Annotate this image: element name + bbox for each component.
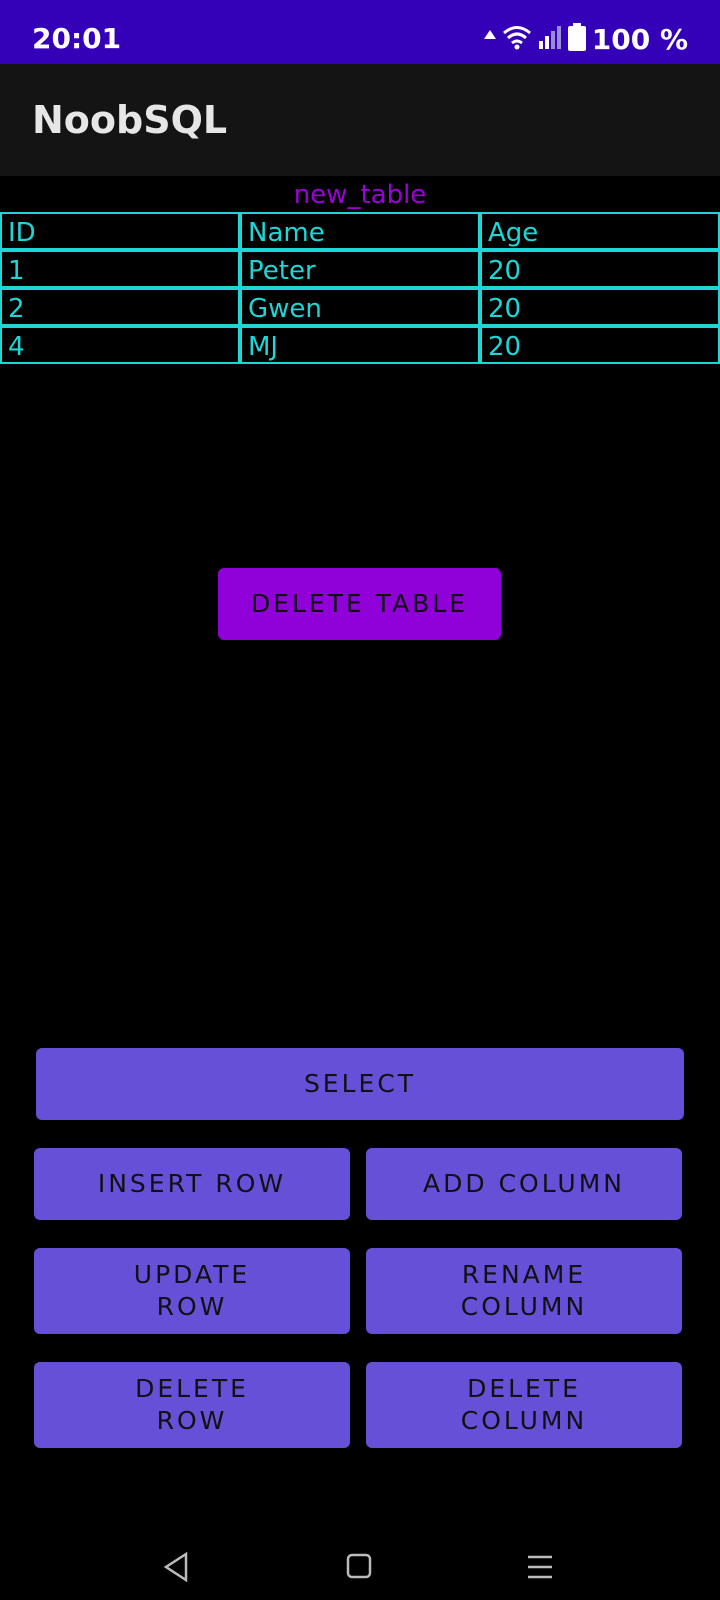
- table-row: 4 MJ 20: [0, 326, 720, 364]
- table-cell: 20: [480, 326, 720, 364]
- status-time: 20:01: [32, 22, 122, 55]
- update-row-button[interactable]: UPDATE ROW: [34, 1248, 350, 1334]
- table-name: new_table: [293, 180, 427, 210]
- table-cell: Peter: [240, 250, 480, 288]
- status-bar: 20:01 100 %: [0, 0, 720, 64]
- table-cell: MJ: [240, 326, 480, 364]
- table-cell: Gwen: [240, 288, 480, 326]
- add-column-button[interactable]: ADD COLUMN: [366, 1148, 682, 1220]
- insert-row-button[interactable]: INSERT ROW: [34, 1148, 350, 1220]
- table-cell: 2: [0, 288, 240, 326]
- app-bar: NoobSQL: [0, 64, 720, 176]
- delete-row-button[interactable]: DELETE ROW: [34, 1362, 350, 1448]
- status-icons: 100 %: [483, 22, 688, 56]
- table-row: 1 Peter 20: [0, 250, 720, 288]
- wifi-icon: [502, 24, 532, 55]
- table-cell: 20: [480, 288, 720, 326]
- header-cell-id: ID: [0, 212, 240, 250]
- table-cell: 20: [480, 250, 720, 288]
- rename-column-button[interactable]: RENAME COLUMN: [366, 1248, 682, 1334]
- data-arrow-icon: [483, 29, 496, 49]
- delete-table-button[interactable]: DELETE TABLE: [218, 568, 501, 640]
- table-header-row: ID Name Age: [0, 212, 720, 250]
- back-icon[interactable]: [162, 1551, 190, 1587]
- battery-icon: [567, 22, 586, 56]
- battery-percentage: 100 %: [591, 22, 688, 56]
- home-icon[interactable]: [346, 1553, 372, 1584]
- header-cell-name: Name: [240, 212, 480, 250]
- table-cell: 1: [0, 250, 240, 288]
- delete-column-button[interactable]: DELETE COLUMN: [366, 1362, 682, 1448]
- table-row: 2 Gwen 20: [0, 288, 720, 326]
- signal-icon: [538, 25, 562, 54]
- navigation-bar: [0, 1510, 720, 1600]
- data-table: ID Name Age 1 Peter 20 2 Gwen 20 4 MJ 20: [0, 212, 720, 364]
- table-cell: 4: [0, 326, 240, 364]
- header-cell-age: Age: [480, 212, 720, 250]
- select-button[interactable]: SELECT: [36, 1048, 684, 1120]
- app-title: NoobSQL: [32, 98, 228, 142]
- recents-icon[interactable]: [526, 1554, 554, 1585]
